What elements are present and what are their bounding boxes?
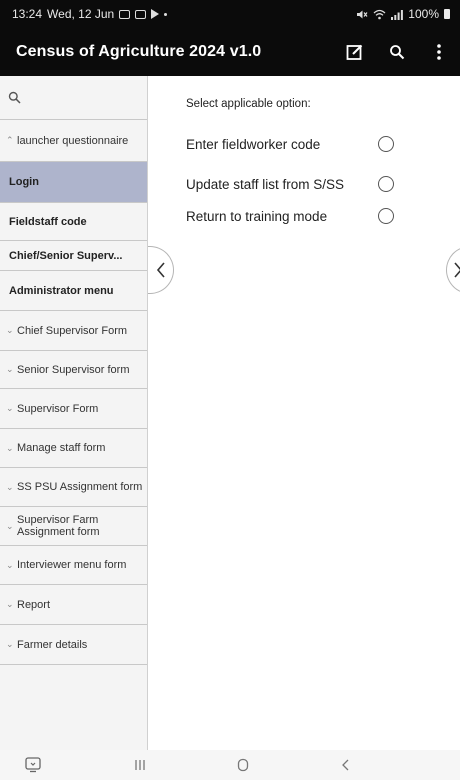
- app-title: Census of Agriculture 2024 v1.0: [16, 43, 262, 60]
- option-return-to-training-mode[interactable]: Return to training mode: [186, 204, 401, 228]
- option-label: Update staff list from S/SS: [186, 176, 345, 192]
- chevron-down-icon: ⌄: [6, 559, 14, 570]
- sidebar: ⌃ launcher questionnaire Login Fieldstaf…: [0, 76, 148, 750]
- sidebar-item-label: launcher questionnaire: [17, 134, 129, 147]
- sidebar-item-label: Supervisor Form: [17, 402, 99, 415]
- mute-icon: [357, 10, 368, 18]
- screenshot-icon: [25, 757, 41, 773]
- more-notifications-icon: [164, 12, 168, 16]
- option-radio[interactable]: [378, 136, 394, 152]
- home-icon: [237, 758, 249, 772]
- calendar-notification-icon: [119, 9, 131, 19]
- sidebar-item-label: Supervisor Farm Assignment form: [17, 514, 100, 538]
- chevron-down-icon: ⌄: [6, 481, 14, 492]
- search-icon: [8, 91, 21, 104]
- sidebar-item-label: Fieldstaff code: [9, 215, 87, 228]
- sidebar-item-ss-psu-assignment-form[interactable]: ⌄ SS PSU Assignment form: [0, 468, 147, 507]
- sidebar-item-login[interactable]: Login: [0, 162, 147, 203]
- battery-percent: 100%: [408, 7, 439, 21]
- chevron-down-icon: ⌄: [6, 403, 14, 413]
- status-time: 13:24: [12, 7, 43, 21]
- home-button[interactable]: [231, 756, 255, 774]
- status-bar: 13:24 Wed, 12 Jun 100%: [0, 0, 460, 28]
- option-radio[interactable]: [378, 176, 394, 192]
- chevron-down-icon: ⌄: [6, 325, 14, 335]
- back-icon: [342, 759, 349, 771]
- wifi-icon: [373, 9, 386, 19]
- chevron-down-icon: ⌄: [6, 442, 14, 453]
- sidebar-item-label: Interviewer menu form: [17, 559, 127, 571]
- chevron-down-icon: ⌄: [6, 639, 14, 649]
- sidebar-item-chief-senior-supervisor[interactable]: Chief/Senior Superv...: [0, 241, 147, 271]
- sidebar-item-fieldstaff-code[interactable]: Fieldstaff code: [0, 203, 147, 241]
- recent-apps-button[interactable]: [128, 756, 152, 774]
- sidebar-item-chief-supervisor-form[interactable]: ⌄ Chief Supervisor Form: [0, 311, 147, 351]
- system-navigation-bar: [0, 750, 460, 780]
- option-update-staff-list[interactable]: Update staff list from S/SS: [186, 172, 401, 196]
- search-icon: [390, 45, 405, 60]
- expand-panel-button[interactable]: [446, 246, 460, 294]
- sidebar-item-supervisor-form[interactable]: ⌄ Supervisor Form: [0, 389, 147, 429]
- sidebar-item-label: Administrator menu: [9, 284, 114, 297]
- search-button[interactable]: [386, 41, 408, 63]
- sidebar-item-label: SS PSU Assignment form: [17, 481, 143, 493]
- sidebar-item-label: Senior Supervisor form: [17, 363, 130, 376]
- edit-icon: [346, 44, 363, 60]
- sidebar-item-label: Farmer details: [17, 638, 88, 651]
- gallery-notification-icon: [135, 9, 147, 19]
- chevron-down-icon: ⌄: [6, 364, 14, 374]
- status-date: Wed, 12 Jun: [47, 7, 115, 21]
- sidebar-item-label: Manage staff form: [17, 442, 106, 454]
- question-prompt: Select applicable option:: [186, 98, 311, 110]
- sidebar-item-launcher-questionnaire[interactable]: ⌃ launcher questionnaire: [0, 120, 147, 162]
- chevron-down-icon: ⌄: [6, 520, 14, 531]
- more-vert-icon: [437, 44, 441, 60]
- chevron-down-icon: ⌄: [6, 599, 14, 609]
- more-options-button[interactable]: [428, 41, 450, 63]
- screenshot-button[interactable]: [22, 756, 44, 774]
- chevron-up-icon: ⌃: [6, 135, 14, 145]
- chevron-right-icon: [454, 262, 460, 278]
- sidebar-item-label: Chief Supervisor Form: [17, 324, 128, 337]
- option-label: Return to training mode: [186, 208, 328, 224]
- collapse-sidebar-button[interactable]: [148, 246, 174, 294]
- sidebar-item-label: Login: [9, 176, 39, 188]
- sidebar-item-supervisor-farm-assignment-form[interactable]: ⌄ Supervisor Farm Assignment form: [0, 507, 147, 546]
- sidebar-search[interactable]: [0, 76, 147, 120]
- sidebar-item-administrator-menu[interactable]: Administrator menu: [0, 271, 147, 311]
- sidebar-item-senior-supervisor-form[interactable]: ⌄ Senior Supervisor form: [0, 351, 147, 389]
- option-radio[interactable]: [378, 208, 394, 224]
- app-bar: Census of Agriculture 2024 v1.0: [0, 28, 460, 76]
- recent-apps-icon: [135, 760, 145, 770]
- sidebar-item-report[interactable]: ⌄ Report: [0, 585, 147, 625]
- signal-icon: [391, 9, 404, 20]
- sidebar-item-farmer-details[interactable]: ⌄ Farmer details: [0, 625, 147, 665]
- edit-button[interactable]: [344, 41, 366, 63]
- battery-icon: [444, 9, 450, 19]
- sidebar-item-label: Report: [17, 598, 51, 611]
- sidebar-item-manage-staff-form[interactable]: ⌄ Manage staff form: [0, 429, 147, 468]
- play-notification-icon: [151, 9, 160, 19]
- option-label: Enter fieldworker code: [186, 136, 321, 152]
- option-enter-fieldworker-code[interactable]: Enter fieldworker code: [186, 132, 401, 156]
- back-button[interactable]: [334, 756, 358, 774]
- sidebar-item-interviewer-menu-form[interactable]: ⌄ Interviewer menu form: [0, 546, 147, 585]
- sidebar-item-label: Chief/Senior Superv...: [9, 249, 123, 262]
- chevron-left-icon: [156, 262, 165, 278]
